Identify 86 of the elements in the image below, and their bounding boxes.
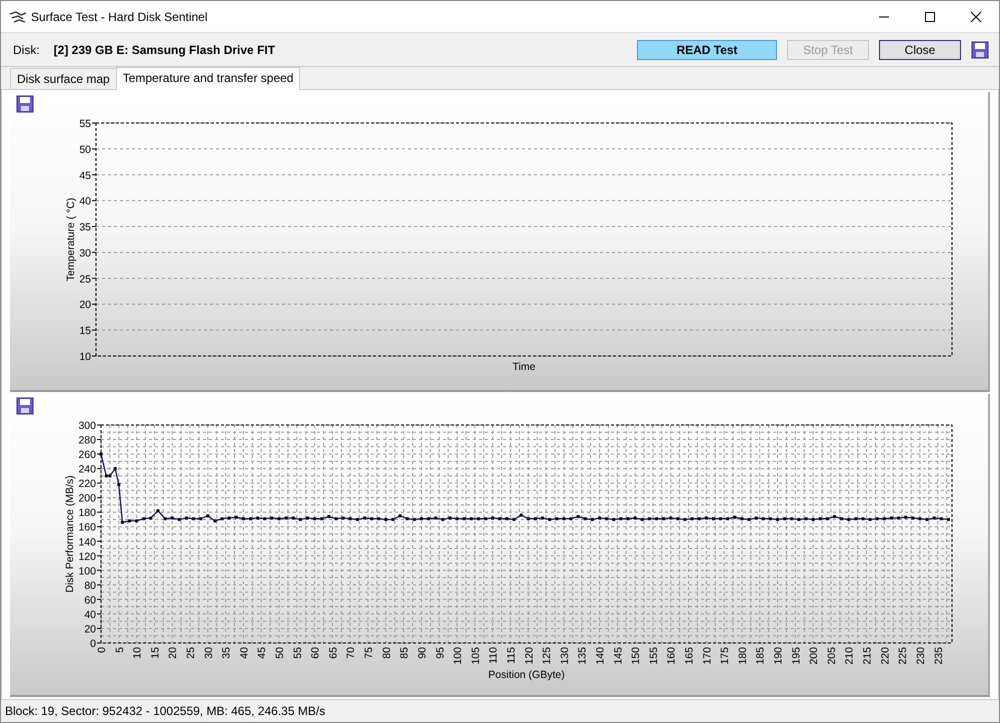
x-tick-label: 20 — [167, 647, 180, 659]
y-tick-label: 20 — [79, 299, 91, 312]
y-tick-label: 10 — [79, 351, 91, 363]
y-tick-label: 60 — [84, 594, 96, 606]
x-tick-label: 230 — [914, 647, 927, 665]
x-tick-label: 170 — [701, 647, 714, 665]
y-tick-label: 35 — [79, 222, 91, 234]
x-tick-label: 205 — [826, 647, 838, 665]
x-axis-title: Position (GByte) — [488, 669, 565, 681]
x-tick-label: 70 — [345, 647, 358, 659]
x-tick-label: 210 — [844, 647, 856, 665]
x-tick-label: 220 — [879, 647, 892, 665]
x-tick-label: 80 — [380, 647, 393, 659]
x-tick-label: 75 — [363, 647, 376, 659]
y-axis-title: Disk Performance (MB/s) — [64, 475, 76, 593]
x-tick-label: 185 — [754, 647, 767, 665]
window-title: Surface Test - Hard Disk Sentinel — [31, 10, 208, 24]
x-tick-label: 155 — [648, 647, 660, 665]
x-tick-label: 60 — [310, 647, 322, 659]
x-tick-label: 130 — [558, 647, 571, 665]
x-tick-label: 105 — [470, 647, 482, 665]
x-tick-label: 15 — [149, 647, 162, 659]
x-tick-label: 10 — [132, 647, 144, 659]
y-tick-label: 220 — [78, 478, 96, 490]
x-tick-label: 235 — [932, 647, 945, 665]
x-tick-label: 150 — [630, 647, 642, 665]
x-tick-label: 175 — [719, 647, 732, 665]
toolbar-button[interactable]: READ Test — [637, 40, 777, 60]
x-tick-label: 115 — [505, 647, 518, 664]
x-tick-label: 195 — [790, 647, 802, 665]
y-axis-title: Temperature ( °C) — [65, 198, 77, 282]
disk-name: [2] 239 GB E: Samsung Flash Drive FIT — [54, 42, 276, 56]
x-tick-label: 90 — [416, 647, 428, 659]
x-tick-label: 55 — [292, 647, 304, 659]
disk-label: Disk: — [13, 42, 40, 56]
x-tick-label: 30 — [202, 647, 215, 659]
x-tick-label: 145 — [612, 647, 624, 665]
x-tick-label: 160 — [666, 647, 678, 665]
toolbar-button[interactable]: Close — [879, 40, 961, 60]
y-tick-label: 200 — [78, 492, 96, 505]
x-tick-label: 40 — [238, 647, 250, 659]
x-tick-label: 215 — [862, 647, 874, 665]
x-tick-label: 135 — [576, 647, 589, 665]
x-tick-label: 225 — [897, 647, 910, 665]
x-axis-title: Time — [512, 361, 536, 373]
y-tick-label: 25 — [79, 273, 91, 286]
y-tick-label: 160 — [78, 522, 96, 534]
x-tick-label: 120 — [523, 647, 536, 665]
x-tick-label: 35 — [220, 647, 233, 659]
y-tick-label: 180 — [78, 507, 96, 520]
y-tick-label: 40 — [79, 196, 91, 208]
x-tick-label: 65 — [327, 647, 340, 659]
y-tick-label: 0 — [90, 638, 96, 650]
x-tick-label: 140 — [594, 647, 606, 665]
x-tick-label: 165 — [684, 647, 696, 665]
x-tick-label: 50 — [274, 647, 286, 659]
y-tick-label: 240 — [78, 464, 96, 476]
y-tick-label: 20 — [84, 623, 96, 636]
tab[interactable]: Temperature and transfer speed — [116, 67, 300, 90]
x-tick-label: 110 — [488, 647, 500, 664]
x-tick-label: 190 — [772, 647, 785, 665]
y-tick-label: 140 — [78, 536, 96, 548]
y-tick-label: 30 — [79, 247, 91, 260]
y-tick-label: 100 — [78, 565, 96, 578]
x-tick-label: 125 — [541, 647, 554, 665]
x-tick-label: 5 — [114, 647, 126, 653]
y-tick-label: 15 — [79, 325, 91, 338]
x-tick-label: 25 — [185, 647, 198, 659]
y-tick-label: 55 — [79, 118, 91, 130]
x-tick-label: 85 — [398, 647, 411, 659]
y-tick-label: 80 — [84, 580, 96, 592]
y-tick-label: 260 — [78, 449, 96, 462]
y-tick-label: 300 — [78, 420, 96, 432]
x-tick-label: 180 — [736, 647, 749, 665]
y-tick-label: 45 — [79, 170, 91, 182]
status-text: Block: 19, Sector: 952432 - 1002559, MB: 465, 246.35 MB/s — [5, 704, 326, 718]
x-tick-label: 100 — [452, 647, 464, 665]
y-tick-label: 120 — [78, 550, 96, 563]
x-tick-label: 95 — [434, 647, 446, 659]
tab[interactable]: Disk surface map — [10, 68, 117, 89]
x-tick-label: 200 — [808, 647, 820, 665]
y-tick-label: 280 — [78, 434, 96, 447]
x-tick-label: 45 — [256, 647, 268, 659]
y-tick-label: 40 — [84, 608, 96, 621]
x-tick-label: 0 — [96, 647, 108, 653]
y-tick-label: 50 — [79, 144, 91, 156]
